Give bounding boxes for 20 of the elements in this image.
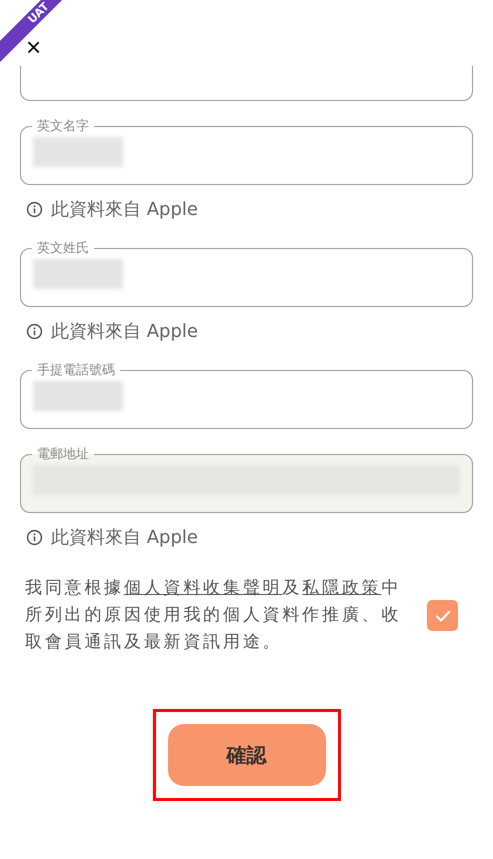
field-label: 英文名字 xyxy=(36,118,90,135)
note-text: 此資料來自 Apple xyxy=(51,198,198,221)
field-label: 手提電話號碼 xyxy=(36,362,116,379)
input-field[interactable]: 英文名字 xyxy=(20,117,473,185)
link[interactable]: 個人資料收集聲明 xyxy=(124,578,282,598)
info-icon xyxy=(26,528,43,546)
note-text: 此資料來自 Apple xyxy=(51,526,198,549)
field-label: 英文姓氏 xyxy=(36,240,90,257)
field-label: 電郵地址 xyxy=(36,446,90,463)
info-icon xyxy=(26,322,43,340)
info-icon xyxy=(26,200,43,218)
link[interactable]: 私隱政策 xyxy=(302,578,382,598)
checkbox[interactable] xyxy=(427,600,458,631)
consent-text: 我同意根據 個人資料收集聲明 及私隱政策 中所列出的原因使用我的個人資料作推廣、收取會員通訊及最新資訊用途。 xyxy=(25,577,402,654)
note-text: 此資料來自 Apple xyxy=(51,320,198,343)
input-field[interactable]: 英文姓氏 xyxy=(20,239,473,307)
input-field[interactable]: 手提電話號碼 xyxy=(20,361,473,429)
confirm-button[interactable]: 確認 xyxy=(168,724,326,786)
input-field[interactable] xyxy=(20,66,473,101)
close-button[interactable]: × xyxy=(26,32,42,62)
